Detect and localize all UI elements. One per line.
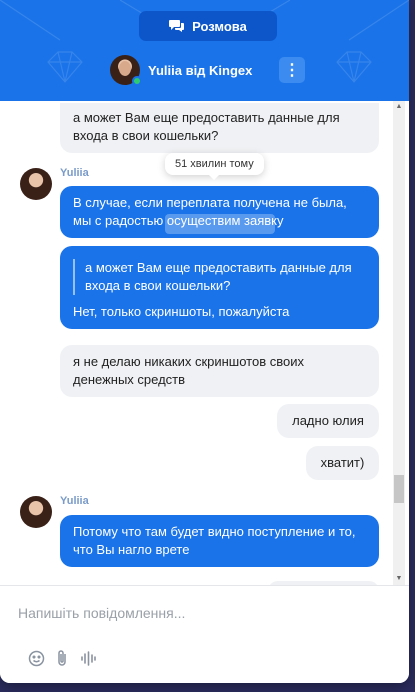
message-text: хватит) [320, 455, 365, 470]
scroll-up-arrow-icon[interactable]: ▲ [393, 101, 405, 113]
message-bubble-incoming: хватит) [306, 446, 379, 480]
conversation-label: Розмова [192, 18, 247, 34]
message-bubble-outgoing: Потому что там будет видно поступление и… [60, 515, 379, 567]
message-text: я не делаю никаких скриншотов своих дене… [73, 354, 304, 387]
more-options-button[interactable]: ⋮ [279, 57, 305, 83]
message-list[interactable]: а может Вам еще предоставить данные для … [0, 101, 409, 585]
online-status-dot [132, 76, 142, 86]
message-text: ладно юлия [292, 413, 364, 428]
message-input[interactable] [18, 598, 388, 628]
sender-name: Yuliia [60, 495, 89, 507]
quoted-message: а может Вам еще предоставить данные для … [73, 259, 366, 295]
timestamp-tooltip: 51 хвилин тому [165, 153, 264, 180]
scroll-down-arrow-icon[interactable]: ▼ [393, 573, 405, 585]
message-bubble-incoming: а может Вам еще предоставить данные для … [60, 103, 379, 153]
chat-widget: Розмова Yuliia від Kingex ⋮ а может Вам … [0, 0, 409, 683]
message-bubble-incoming: я не делаю никаких скриншотов своих дене… [60, 345, 379, 397]
message-bubble-outgoing-reply: а может Вам еще предоставить данные для … [60, 246, 379, 329]
agent-name: Yuliia від Kingex [148, 62, 253, 78]
attachment-icon[interactable] [53, 649, 71, 667]
chat-bubbles-icon [169, 20, 185, 32]
emoji-icon[interactable] [27, 649, 45, 667]
sender-name: Yuliia [60, 167, 89, 179]
yuliia-avatar [20, 496, 52, 528]
agent-info: Yuliia від Kingex [110, 53, 252, 87]
conversation-button[interactable]: Розмова [139, 11, 277, 41]
message-bubble-incoming: ладно юлия [277, 404, 379, 438]
agent-avatar-wrap [110, 55, 142, 86]
message-text: Нет, только скриншоты, пожалуйста [73, 304, 290, 319]
selection-highlight [165, 214, 275, 234]
chat-scrollbar[interactable]: ▲ ▼ [393, 101, 405, 585]
message-text: Потому что там будет видно поступление и… [73, 524, 356, 557]
scroll-thumb[interactable] [394, 475, 404, 503]
yuliia-avatar [20, 168, 52, 200]
chat-header: Розмова Yuliia від Kingex ⋮ [0, 0, 409, 101]
more-vertical-icon: ⋮ [284, 62, 300, 79]
message-composer [0, 585, 409, 683]
voice-icon[interactable] [79, 649, 97, 667]
message-text: а может Вам еще предоставить данные для … [73, 110, 340, 143]
